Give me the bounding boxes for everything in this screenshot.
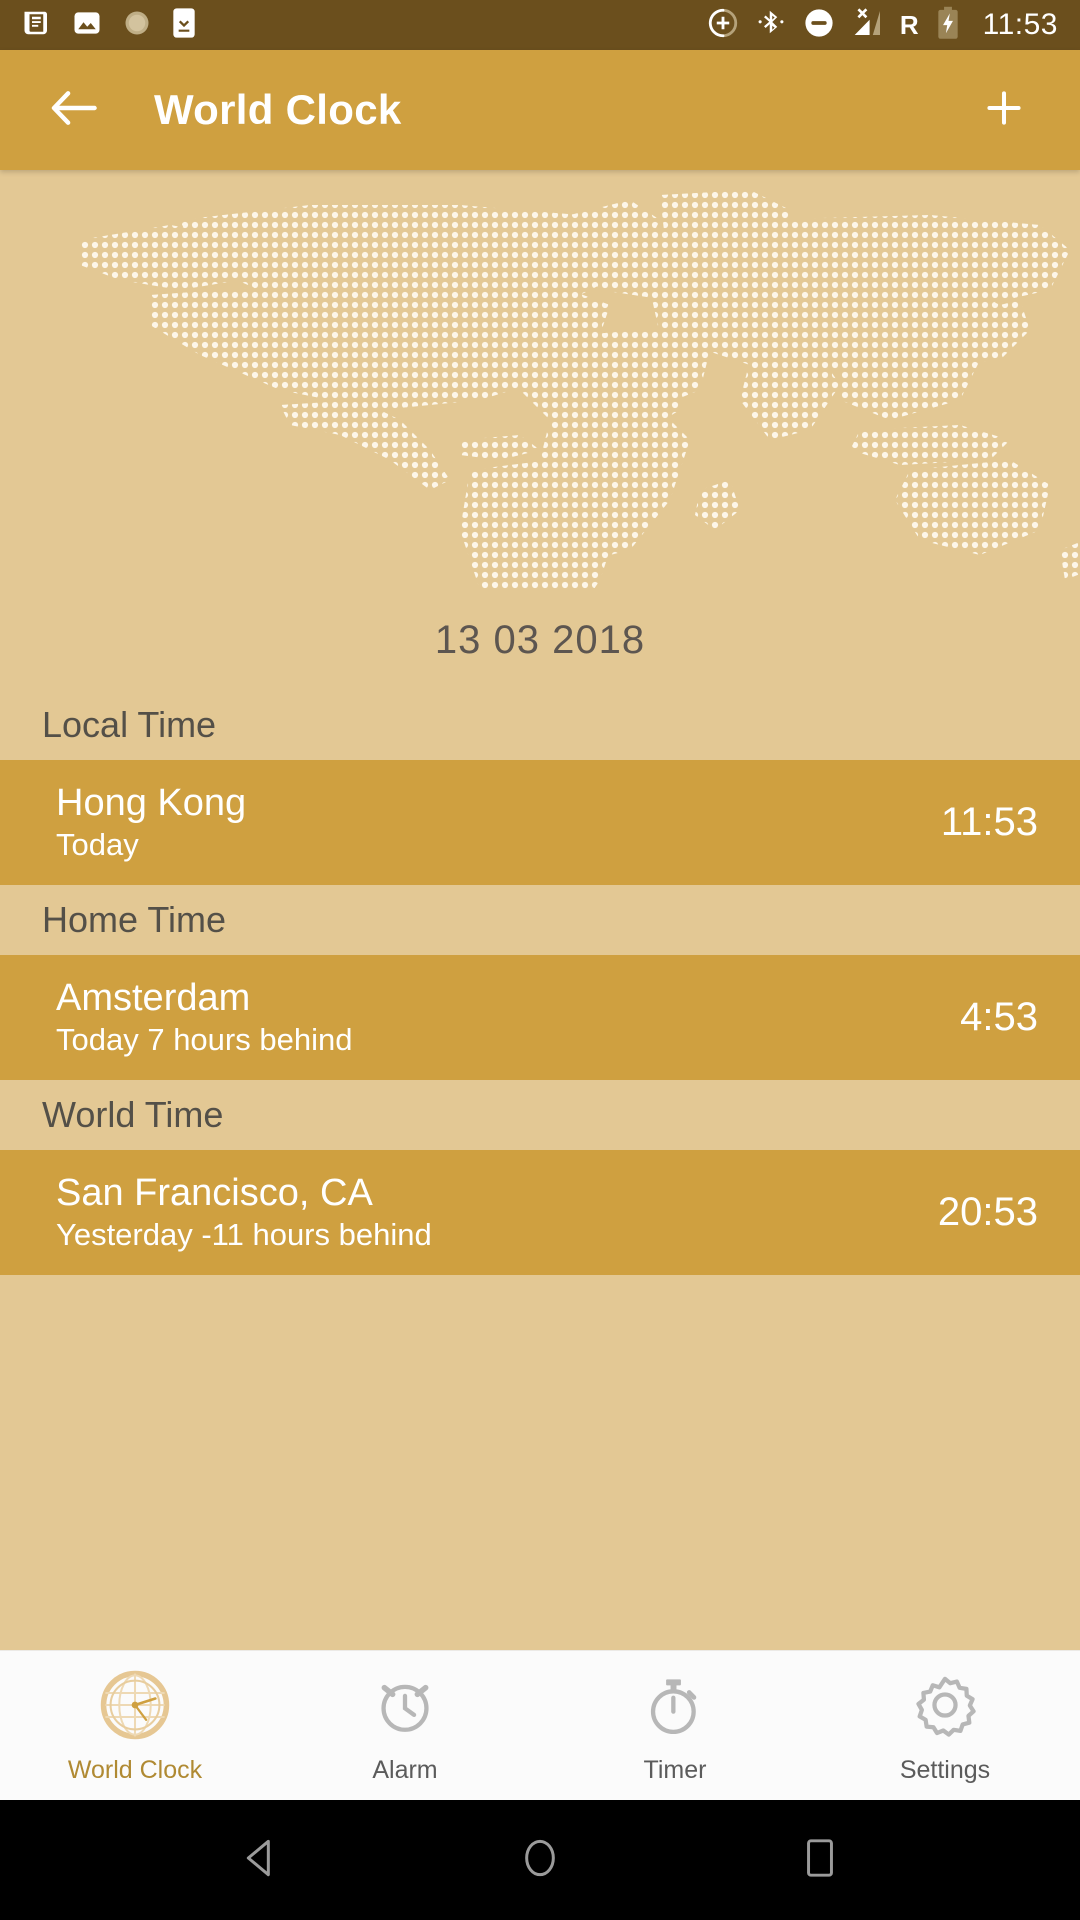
status-bar-notification-icons	[22, 7, 196, 44]
tab-world-clock[interactable]: World Clock	[0, 1651, 270, 1800]
section-header-local-time: Local Time	[0, 690, 1080, 760]
tab-label: Settings	[899, 1756, 991, 1784]
square-recents-icon	[802, 1836, 838, 1885]
location-add-icon	[706, 6, 740, 45]
status-bar: R 11:53	[0, 0, 1080, 50]
city-day-offset: Yesterday -11 hours behind	[56, 1217, 432, 1253]
do-not-disturb-icon	[802, 6, 836, 45]
tab-label: World Clock	[67, 1756, 203, 1784]
city-time: 20:53	[937, 1190, 1038, 1234]
globe-clock-icon	[98, 1666, 172, 1744]
battery-charging-icon	[935, 6, 961, 45]
image-icon	[72, 8, 102, 43]
bottom-tab-bar: World Clock Alarm Timer Settings	[0, 1650, 1080, 1800]
city-time: 11:53	[940, 800, 1038, 844]
tab-label: Timer	[643, 1756, 707, 1784]
dotted-world-map	[0, 170, 1080, 590]
back-button[interactable]	[46, 82, 102, 138]
clock-row-world[interactable]: San Francisco, CA Yesterday -11 hours be…	[0, 1150, 1080, 1275]
clock-row-local[interactable]: Hong Kong Today 11:53	[0, 760, 1080, 885]
clock-row-text: Amsterdam Today 7 hours behind	[56, 978, 352, 1057]
status-bar-system-icons: R 11:53	[706, 6, 1058, 45]
android-recents-button[interactable]	[780, 1820, 860, 1900]
tab-timer[interactable]: Timer	[540, 1651, 810, 1800]
signal-no-service-icon	[852, 6, 884, 45]
clock-row-home[interactable]: Amsterdam Today 7 hours behind 4:53	[0, 955, 1080, 1080]
world-map-banner	[0, 170, 1080, 590]
city-name: San Francisco, CA	[56, 1172, 373, 1215]
android-navigation-bar	[0, 1800, 1080, 1920]
city-day-offset: Today	[56, 827, 139, 863]
add-city-button[interactable]	[974, 80, 1034, 140]
app-bar: World Clock	[0, 50, 1080, 170]
clock-row-text: San Francisco, CA Yesterday -11 hours be…	[56, 1173, 432, 1252]
plus-icon	[981, 85, 1027, 136]
arrow-left-icon	[49, 88, 99, 133]
bluetooth-icon	[756, 6, 786, 45]
tab-alarm[interactable]: Alarm	[270, 1651, 540, 1800]
status-bar-clock: 11:53	[982, 8, 1058, 41]
page-title: World Clock	[154, 86, 402, 133]
city-time: 4:53	[960, 995, 1038, 1039]
phone-screen: R 11:53 World Clock 13 03 2018 Local Tim…	[0, 0, 1080, 1920]
android-back-button[interactable]	[220, 1820, 300, 1900]
city-name: Amsterdam	[56, 977, 251, 1020]
main-content: 13 03 2018 Local Time Hong Kong Today 11…	[0, 170, 1080, 1650]
clock-row-text: Hong Kong Today	[56, 783, 246, 862]
gear-icon	[911, 1666, 979, 1744]
tab-label: Alarm	[372, 1756, 438, 1784]
news-icon	[22, 7, 52, 44]
stopwatch-icon	[642, 1666, 708, 1744]
section-header-home-time: Home Time	[0, 885, 1080, 955]
alarm-clock-icon	[372, 1666, 438, 1744]
sun-brightness-icon	[122, 8, 152, 43]
city-name: Hong Kong	[56, 782, 247, 825]
section-header-world-time: World Time	[0, 1080, 1080, 1150]
circle-home-icon	[520, 1834, 560, 1887]
android-home-button[interactable]	[500, 1820, 580, 1900]
triangle-back-icon	[240, 1836, 280, 1885]
current-date: 13 03 2018	[434, 617, 646, 662]
city-day-offset: Today 7 hours behind	[56, 1022, 353, 1058]
download-to-phone-icon	[172, 7, 196, 44]
tab-settings[interactable]: Settings	[810, 1651, 1080, 1800]
roaming-icon: R	[899, 9, 919, 40]
empty-list-area	[0, 1275, 1080, 1650]
